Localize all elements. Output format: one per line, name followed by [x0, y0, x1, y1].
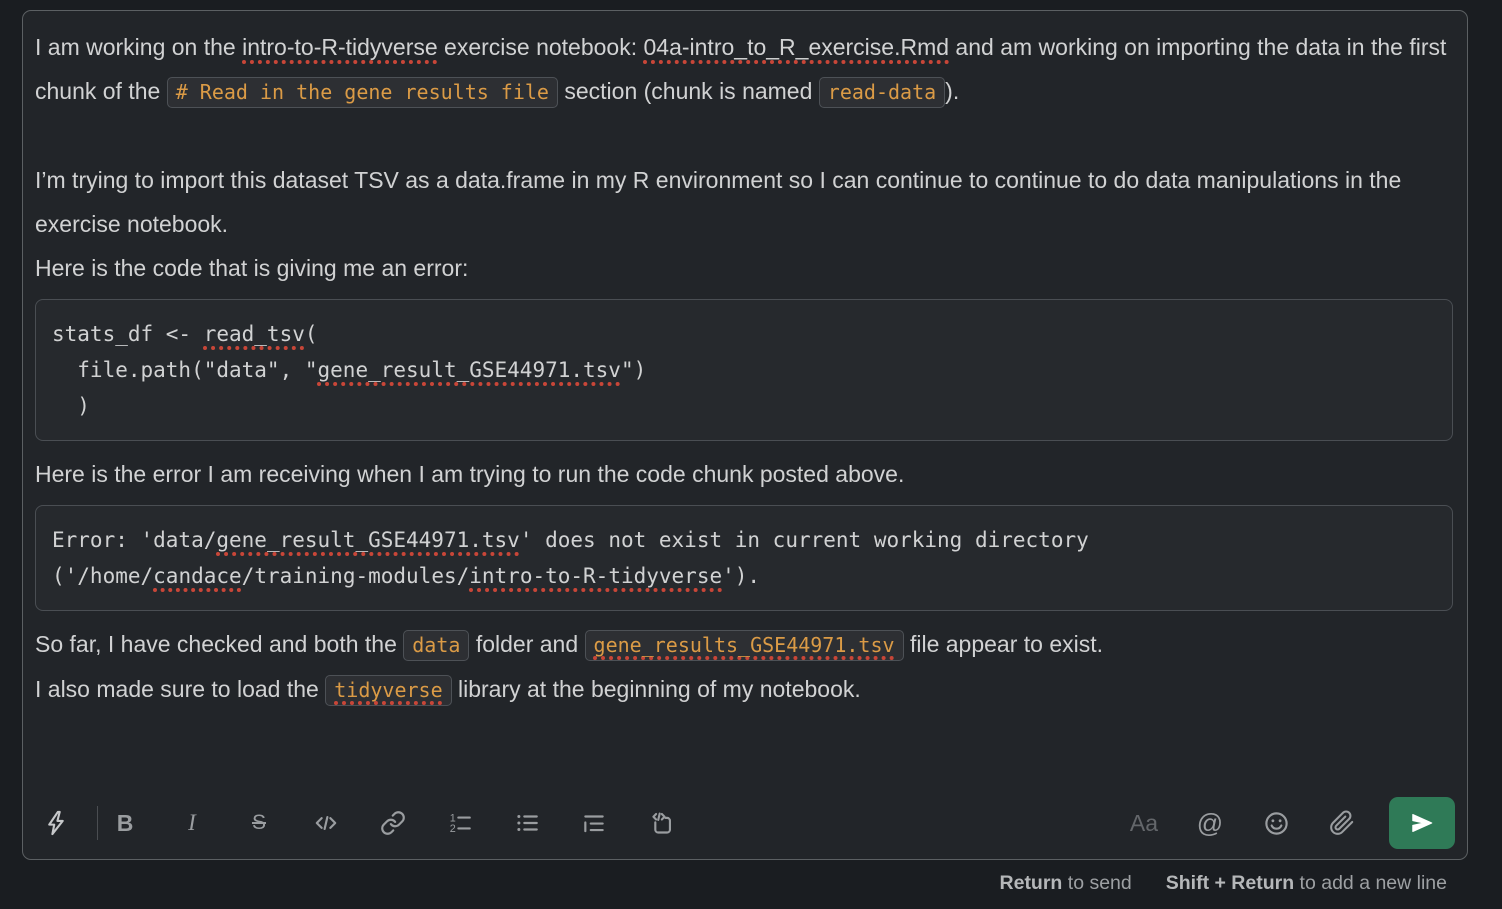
text-run: I also made sure to load the: [35, 676, 325, 702]
formatting-toolbar: B I S 1 2: [23, 795, 1467, 859]
misspelled-word: candace: [153, 564, 242, 588]
inline-code-chip: read-data: [819, 77, 945, 108]
text-run: exercise notebook:: [438, 34, 644, 60]
text-run: I am working on the: [35, 34, 242, 60]
misspelled-word: gene_result_GSE44971.tsv: [216, 528, 519, 552]
code-text: ('/home/: [52, 564, 153, 588]
composer-hints: Return to send Shift + Return to add a ne…: [1000, 872, 1447, 895]
attach-paperclip-icon[interactable]: [1325, 805, 1359, 841]
send-button[interactable]: [1389, 797, 1455, 849]
text-run: library at the beginning of my notebook.: [452, 676, 861, 702]
code-text: /training-modules/: [242, 564, 470, 588]
text-run: section (chunk is named: [558, 78, 819, 104]
text-run: I’m trying to import this dataset TSV as…: [35, 167, 1401, 237]
code-text: (: [305, 322, 318, 346]
shift-return-hint-text: to add a new line: [1294, 872, 1447, 894]
message-paragraph: I’m trying to import this dataset TSV as…: [35, 158, 1453, 246]
misspelled-word: gene_result_GSE44971.tsv: [318, 358, 621, 382]
text-run: ).: [945, 78, 959, 104]
message-composer: I am working on the intro-to-R-tidyverse…: [22, 10, 1468, 860]
code-line: stats_df <- read_tsv(: [52, 316, 1436, 352]
toolbar-divider: [97, 806, 98, 840]
code-line: ): [52, 388, 1436, 424]
shift-return-key-hint: Shift + Return: [1166, 872, 1294, 894]
code-line: Error: 'data/gene_result_GSE44971.tsv' d…: [52, 522, 1436, 558]
return-key-hint: Return: [1000, 872, 1063, 894]
text-run: file appear to exist.: [904, 631, 1103, 657]
inline-code-chip-misspelled: tidyverse: [325, 675, 451, 706]
inline-code-chip: # Read in the gene results file: [167, 77, 558, 108]
message-paragraph: I am working on the intro-to-R-tidyverse…: [35, 25, 1453, 114]
bulleted-list-icon[interactable]: [510, 805, 544, 841]
italic-button[interactable]: I: [175, 805, 209, 841]
code-text: "): [621, 358, 646, 382]
inline-code-chip: data: [403, 630, 469, 661]
code-line: ('/home/candace/training-modules/intro-t…: [52, 558, 1436, 594]
text-run: Here is the error I am receiving when I …: [35, 461, 904, 487]
blockquote-icon[interactable]: [577, 805, 611, 841]
ordered-list-icon[interactable]: 1 2: [443, 805, 477, 841]
return-hint-text: to send: [1062, 872, 1131, 894]
code-text: ').: [722, 564, 760, 588]
mention-button[interactable]: @: [1193, 805, 1227, 841]
inline-code-chip-misspelled: gene_results_GSE44971.tsv: [585, 630, 904, 661]
strikethrough-button[interactable]: S: [242, 805, 276, 841]
code-text: Error: 'data/: [52, 528, 216, 552]
message-paragraph: I also made sure to load the tidyverse l…: [35, 667, 1453, 712]
code-block-icon[interactable]: [644, 805, 678, 841]
text-run: folder and: [469, 631, 584, 657]
link-icon[interactable]: [376, 805, 410, 841]
message-paragraph: Here is the code that is giving me an er…: [35, 246, 1453, 290]
misspelled-word: read_tsv: [204, 322, 305, 346]
svg-text:2: 2: [450, 823, 456, 835]
message-paragraph: Here is the error I am receiving when I …: [35, 452, 1453, 496]
code-text: stats_df <-: [52, 322, 204, 346]
code-text: file.path("data", ": [52, 358, 318, 382]
show-formatting-button[interactable]: Aa: [1127, 805, 1161, 841]
message-input[interactable]: I am working on the intro-to-R-tidyverse…: [23, 11, 1467, 795]
code-text: ' does not exist in current working dire…: [520, 528, 1089, 552]
emoji-icon[interactable]: [1259, 805, 1293, 841]
code-line: file.path("data", "gene_result_GSE44971.…: [52, 352, 1436, 388]
shortcuts-lightning-icon[interactable]: [39, 805, 73, 841]
code-block: Error: 'data/gene_result_GSE44971.tsv' d…: [35, 505, 1453, 611]
code-text: ): [52, 394, 90, 418]
code-block: stats_df <- read_tsv( file.path("data", …: [35, 299, 1453, 441]
text-run: Here is the code that is giving me an er…: [35, 255, 468, 281]
inline-code-button[interactable]: [309, 805, 343, 841]
misspelled-word: 04a-intro_to_R_exercise.Rmd: [644, 34, 950, 60]
text-run: So far, I have checked and both the: [35, 631, 403, 657]
bold-button[interactable]: B: [108, 805, 142, 841]
message-paragraph: So far, I have checked and both the data…: [35, 622, 1453, 667]
send-plane-icon: [1409, 810, 1435, 836]
misspelled-word: intro-to-R-tidyverse: [242, 34, 438, 60]
misspelled-word: intro-to-R-tidyverse: [469, 564, 722, 588]
